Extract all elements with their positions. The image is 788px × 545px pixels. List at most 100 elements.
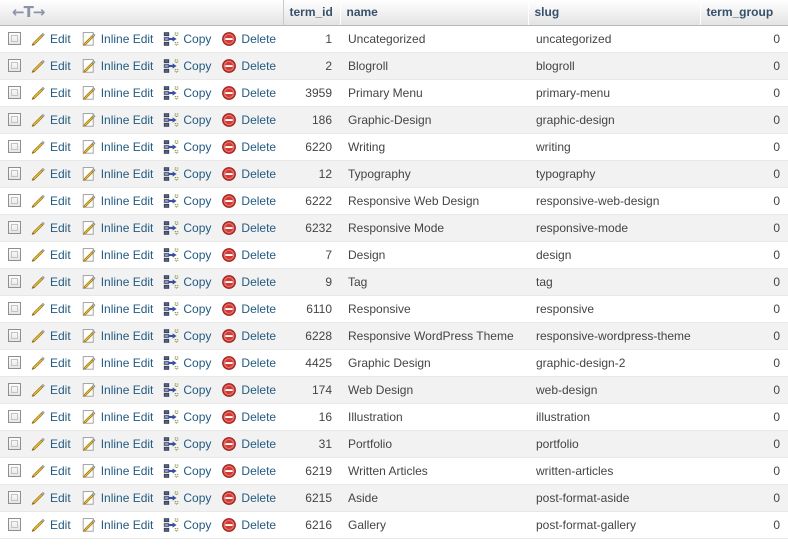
delete-action[interactable]: Delete — [221, 220, 276, 236]
row-select-checkbox[interactable] — [8, 275, 21, 288]
inline-edit-link[interactable]: Inline Edit — [101, 32, 154, 46]
inline-edit-action[interactable]: Inline Edit — [81, 58, 154, 74]
copy-action[interactable]: Copy — [163, 463, 211, 479]
edit-link[interactable]: Edit — [50, 275, 71, 289]
delete-link[interactable]: Delete — [241, 491, 276, 505]
delete-action[interactable]: Delete — [221, 436, 276, 452]
copy-link[interactable]: Copy — [183, 491, 211, 505]
row-select-checkbox[interactable] — [8, 32, 21, 45]
copy-link[interactable]: Copy — [183, 518, 211, 532]
edit-link[interactable]: Edit — [50, 221, 71, 235]
inline-edit-action[interactable]: Inline Edit — [81, 139, 154, 155]
edit-action[interactable]: Edit — [30, 409, 71, 425]
edit-action[interactable]: Edit — [30, 436, 71, 452]
row-select-checkbox[interactable] — [8, 518, 21, 531]
delete-link[interactable]: Delete — [241, 140, 276, 154]
table-row[interactable]: Edit Inline Edit Copy Delete 6216 Gallery p… — [0, 511, 788, 539]
delete-action[interactable]: Delete — [221, 247, 276, 263]
row-select-checkbox[interactable] — [8, 140, 21, 153]
edit-link[interactable]: Edit — [50, 140, 71, 154]
edit-action[interactable]: Edit — [30, 220, 71, 236]
copy-link[interactable]: Copy — [183, 32, 211, 46]
copy-action[interactable]: Copy — [163, 58, 211, 74]
inline-edit-link[interactable]: Inline Edit — [101, 248, 154, 262]
inline-edit-link[interactable]: Inline Edit — [101, 59, 154, 73]
inline-edit-link[interactable]: Inline Edit — [101, 437, 154, 451]
inline-edit-action[interactable]: Inline Edit — [81, 355, 153, 371]
edit-link[interactable]: Edit — [50, 32, 71, 46]
copy-link[interactable]: Copy — [183, 464, 211, 478]
row-select-checkbox[interactable] — [8, 59, 21, 72]
delete-link[interactable]: Delete — [241, 329, 276, 343]
edit-action[interactable]: Edit — [30, 274, 71, 290]
inline-edit-action[interactable]: Inline Edit — [81, 193, 154, 209]
delete-action[interactable]: Delete — [221, 409, 276, 425]
inline-edit-action[interactable]: Inline Edit — [81, 85, 154, 101]
table-row[interactable]: Edit Inline Edit Copy Delete 186 Graphic-D… — [0, 106, 788, 134]
copy-link[interactable]: Copy — [183, 329, 211, 343]
edit-action[interactable]: Edit — [30, 463, 71, 479]
sort-direction-icon[interactable]: ←T→ — [6, 4, 45, 20]
row-select-checkbox[interactable] — [8, 437, 21, 450]
inline-edit-link[interactable]: Inline Edit — [101, 383, 154, 397]
inline-edit-link[interactable]: Inline Edit — [101, 221, 154, 235]
delete-action[interactable]: Delete — [221, 31, 276, 47]
edit-link[interactable]: Edit — [50, 248, 71, 262]
row-select-checkbox[interactable] — [8, 491, 21, 504]
inline-edit-action[interactable]: Inline Edit — [81, 274, 154, 290]
delete-link[interactable]: Delete — [241, 356, 276, 370]
copy-link[interactable]: Copy — [183, 113, 211, 127]
table-row[interactable]: Edit Inline Edit Copy Delete 6215 Aside pos… — [0, 484, 788, 512]
delete-action[interactable]: Delete — [221, 85, 276, 101]
table-row[interactable]: Edit Inline Edit Copy Delete 7 Design desig… — [0, 241, 788, 269]
copy-action[interactable]: Copy — [163, 85, 211, 101]
delete-link[interactable]: Delete — [241, 518, 276, 532]
copy-link[interactable]: Copy — [183, 194, 211, 208]
inline-edit-link[interactable]: Inline Edit — [101, 194, 154, 208]
table-row[interactable]: Edit Inline Edit Copy Delete 12 Typography… — [0, 160, 788, 188]
table-row[interactable]: Edit Inline Edit Copy Delete 6219 Written … — [0, 457, 788, 485]
copy-action[interactable]: Copy — [163, 355, 211, 371]
inline-edit-link[interactable]: Inline Edit — [101, 86, 154, 100]
delete-link[interactable]: Delete — [241, 113, 276, 127]
inline-edit-link[interactable]: Inline Edit — [101, 302, 154, 316]
copy-action[interactable]: Copy — [163, 409, 211, 425]
copy-link[interactable]: Copy — [183, 221, 211, 235]
delete-action[interactable]: Delete — [221, 328, 276, 344]
inline-edit-action[interactable]: Inline Edit — [81, 166, 153, 182]
edit-action[interactable]: Edit — [30, 166, 71, 182]
delete-link[interactable]: Delete — [241, 59, 276, 73]
table-row[interactable]: Edit Inline Edit Copy Delete 9 Tag tag 0 — [0, 268, 788, 296]
copy-link[interactable]: Copy — [183, 140, 211, 154]
row-select-checkbox[interactable] — [8, 356, 21, 369]
copy-link[interactable]: Copy — [183, 437, 211, 451]
inline-edit-link[interactable]: Inline Edit — [101, 518, 154, 532]
table-row[interactable]: Edit Inline Edit Copy Delete 2 Blogroll blo… — [0, 52, 788, 80]
copy-link[interactable]: Copy — [183, 410, 211, 424]
row-select-checkbox[interactable] — [8, 113, 21, 126]
copy-link[interactable]: Copy — [183, 302, 211, 316]
edit-link[interactable]: Edit — [50, 59, 71, 73]
inline-edit-link[interactable]: Inline Edit — [101, 275, 154, 289]
edit-action[interactable]: Edit — [30, 247, 71, 263]
copy-link[interactable]: Copy — [183, 167, 211, 181]
inline-edit-action[interactable]: Inline Edit — [81, 463, 154, 479]
inline-edit-link[interactable]: Inline Edit — [101, 140, 154, 154]
delete-action[interactable]: Delete — [221, 355, 276, 371]
delete-link[interactable]: Delete — [241, 437, 276, 451]
delete-link[interactable]: Delete — [241, 32, 276, 46]
row-select-checkbox[interactable] — [8, 410, 21, 423]
table-row[interactable]: Edit Inline Edit Copy Delete 174 Web Desig… — [0, 376, 788, 404]
delete-link[interactable]: Delete — [241, 464, 276, 478]
edit-link[interactable]: Edit — [50, 167, 71, 181]
column-header-actions[interactable]: ←T→ — [0, 0, 284, 26]
delete-link[interactable]: Delete — [241, 221, 276, 235]
copy-action[interactable]: Copy — [163, 382, 211, 398]
row-select-checkbox[interactable] — [8, 329, 21, 342]
edit-action[interactable]: Edit — [30, 31, 71, 47]
inline-edit-link[interactable]: Inline Edit — [101, 410, 154, 424]
edit-link[interactable]: Edit — [50, 491, 71, 505]
copy-action[interactable]: Copy — [163, 490, 211, 506]
inline-edit-link[interactable]: Inline Edit — [101, 464, 154, 478]
copy-link[interactable]: Copy — [183, 383, 211, 397]
